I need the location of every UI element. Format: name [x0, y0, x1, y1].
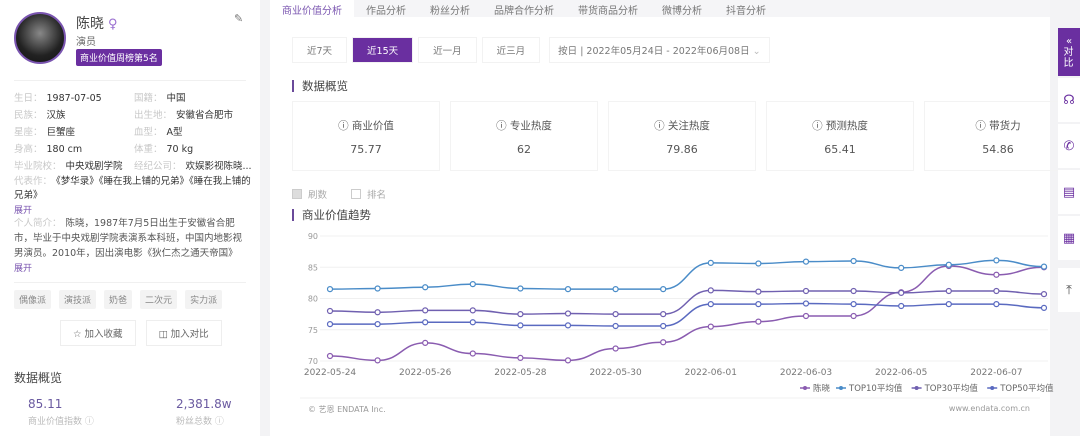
data-point — [612, 322, 619, 330]
data-point — [612, 286, 619, 293]
data-point — [993, 287, 1000, 295]
data-point — [517, 311, 524, 318]
legend-label: TOP10平均值 — [848, 383, 903, 394]
data-point — [755, 318, 762, 325]
data-point — [850, 287, 857, 295]
data-point — [469, 319, 476, 326]
legend-dot — [914, 386, 919, 390]
data-point — [564, 310, 572, 317]
label: 对比 — [1063, 46, 1074, 69]
data-point — [993, 257, 1000, 264]
data-point — [945, 261, 952, 268]
data-point — [898, 289, 905, 296]
chevrons-left-icon: « — [1065, 35, 1073, 47]
data-point — [660, 286, 667, 293]
data-point — [898, 302, 905, 310]
data-point — [422, 307, 429, 314]
data-point — [517, 354, 524, 361]
data-point — [517, 285, 524, 292]
data-point — [707, 301, 714, 308]
data-point — [374, 321, 381, 328]
data-point — [422, 339, 429, 346]
data-point — [850, 301, 857, 308]
data-point — [422, 284, 429, 291]
data-point — [802, 312, 810, 320]
data-point — [564, 286, 572, 293]
data-point — [326, 307, 334, 315]
x-tick-label: 2022-06-05 — [875, 368, 927, 378]
data-point — [850, 312, 857, 320]
qr-code-icon[interactable]: ▦ — [1058, 216, 1080, 260]
data-point — [707, 323, 714, 330]
y-tick-label: 75 — [308, 326, 318, 335]
data-point — [1040, 291, 1048, 298]
data-point — [945, 287, 952, 295]
series-line-1 — [329, 259, 1045, 290]
legend-label: 陈晓 — [813, 383, 831, 394]
data-point — [374, 309, 381, 316]
y-tick-label: 85 — [308, 263, 318, 272]
data-point — [564, 322, 572, 329]
data-point — [755, 288, 762, 295]
data-point — [707, 259, 714, 266]
data-point — [660, 311, 667, 318]
data-point — [850, 257, 857, 265]
data-point — [326, 321, 334, 328]
data-point — [564, 357, 572, 364]
data-point — [660, 322, 667, 330]
side-toolbar: «对比 ☊ ✆ ▤ ▦ ⤒ — [1058, 28, 1080, 314]
legend-label: TOP50平均值 — [999, 383, 1054, 394]
data-point — [326, 352, 334, 360]
data-point — [612, 345, 619, 352]
y-tick-label: 80 — [308, 295, 318, 304]
commercial-value-trend-chart: 70 75 80 85 90 2022-05-24 2022-05-26 2022-05-28… — [300, 232, 1054, 399]
data-point — [755, 301, 762, 308]
x-tick-label: 2022-06-03 — [780, 368, 832, 378]
x-tick-label: 2022-06-07 — [970, 368, 1022, 378]
data-point — [517, 322, 524, 329]
y-tick-label: 90 — [308, 232, 318, 241]
data-point — [374, 357, 381, 364]
data-point — [1040, 304, 1048, 311]
x-tick-label: 2022-05-30 — [589, 368, 642, 378]
data-point — [612, 311, 619, 318]
data-point — [374, 285, 381, 292]
data-point — [993, 271, 1000, 278]
data-point — [469, 281, 476, 288]
x-tick-label: 2022-05-28 — [494, 368, 547, 378]
compare-button[interactable]: «对比 — [1058, 28, 1080, 76]
data-point — [755, 260, 762, 267]
back-to-top-icon[interactable]: ⤒ — [1058, 268, 1080, 312]
data-point — [707, 287, 714, 294]
x-tick-label: 2022-05-26 — [399, 368, 452, 378]
data-point — [802, 300, 810, 307]
legend-dot — [803, 386, 807, 390]
feedback-icon[interactable]: ▤ — [1058, 170, 1080, 214]
data-point — [1040, 263, 1048, 270]
data-point — [660, 339, 667, 346]
x-tick-label: 2022-06-01 — [685, 368, 737, 378]
legend-label: TOP30平均值 — [924, 383, 979, 394]
data-point — [469, 350, 476, 357]
series-line-2 — [329, 289, 1045, 315]
data-point — [993, 301, 1000, 308]
data-point — [898, 264, 905, 271]
y-tick-label: 70 — [308, 357, 318, 366]
series-line-0 — [329, 265, 1045, 362]
x-tick-label: 2022-05-24 — [304, 368, 357, 378]
data-point — [802, 287, 810, 295]
data-point — [326, 286, 334, 293]
legend-dot — [839, 386, 843, 390]
series-line-3 — [330, 302, 1045, 327]
data-point — [422, 319, 429, 326]
legend-dot — [990, 386, 995, 390]
data-point — [469, 307, 476, 314]
data-point — [945, 301, 952, 308]
data-point — [802, 258, 810, 265]
customer-service-icon[interactable]: ☊ — [1058, 78, 1080, 122]
phone-icon[interactable]: ✆ — [1058, 124, 1080, 168]
